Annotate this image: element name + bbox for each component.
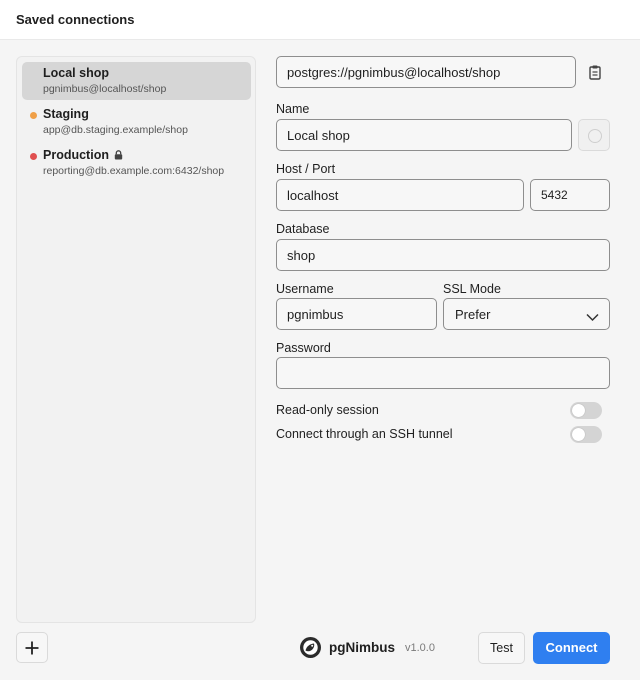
connection-name: Production	[43, 148, 109, 162]
connection-sidebar: Local shop pgnimbus@localhost/shop Stagi…	[16, 56, 256, 623]
connection-name: Local shop	[43, 66, 109, 80]
clipboard-icon[interactable]	[584, 62, 606, 84]
connection-color-dot	[30, 112, 37, 119]
connection-item-production[interactable]: Production reporting@db.example.com:6432…	[22, 144, 251, 182]
host-port-label: Host / Port	[276, 162, 336, 176]
add-connection-button[interactable]	[16, 632, 48, 663]
connection-subtitle: app@db.staging.example/shop	[43, 124, 188, 136]
test-button[interactable]: Test	[478, 632, 525, 664]
connect-button[interactable]: Connect	[533, 632, 610, 664]
password-input[interactable]	[276, 357, 610, 389]
window-title: Saved connections	[16, 12, 135, 27]
ssl-mode-value: Prefer	[455, 307, 491, 322]
color-circle-icon	[588, 129, 602, 143]
port-input[interactable]	[530, 179, 610, 211]
connection-item-staging[interactable]: Staging app@db.staging.example/shop	[22, 103, 251, 141]
title-bar: Saved connections	[0, 0, 640, 40]
username-input[interactable]	[276, 298, 437, 330]
host-input[interactable]	[276, 179, 524, 211]
connection-item-local-shop[interactable]: Local shop pgnimbus@localhost/shop	[22, 62, 251, 100]
color-picker-button[interactable]	[578, 119, 610, 151]
pgnimbus-logo	[299, 636, 322, 664]
plus-icon	[25, 641, 39, 654]
connection-subtitle: pgnimbus@localhost/shop	[43, 83, 167, 95]
ssl-mode-select[interactable]: Prefer	[443, 298, 610, 330]
name-label: Name	[276, 102, 310, 116]
database-input[interactable]	[276, 239, 610, 271]
brand-name: pgNimbus	[329, 640, 395, 655]
ssh-tunnel-toggle[interactable]	[570, 426, 602, 443]
connection-name-wrap: Production	[43, 148, 123, 163]
toggle-knob	[572, 428, 585, 441]
username-label: Username	[276, 282, 334, 296]
name-input[interactable]	[276, 119, 572, 151]
app-version: v1.0.0	[405, 642, 435, 654]
ssl-mode-label: SSL Mode	[443, 282, 501, 296]
readonly-toggle[interactable]	[570, 402, 602, 419]
connection-url-input[interactable]	[276, 56, 576, 88]
password-label: Password	[276, 341, 331, 355]
ssh-tunnel-label: Connect through an SSH tunnel	[276, 427, 453, 441]
chevron-down-icon	[586, 309, 599, 327]
connection-name: Staging	[43, 107, 89, 121]
window-body: Local shop pgnimbus@localhost/shop Stagi…	[0, 40, 640, 680]
toggle-knob	[572, 404, 585, 417]
database-label: Database	[276, 222, 330, 236]
connection-color-dot	[30, 153, 37, 160]
lock-icon	[114, 149, 123, 163]
readonly-label: Read-only session	[276, 403, 379, 417]
connection-subtitle: reporting@db.example.com:6432/shop	[43, 165, 225, 177]
